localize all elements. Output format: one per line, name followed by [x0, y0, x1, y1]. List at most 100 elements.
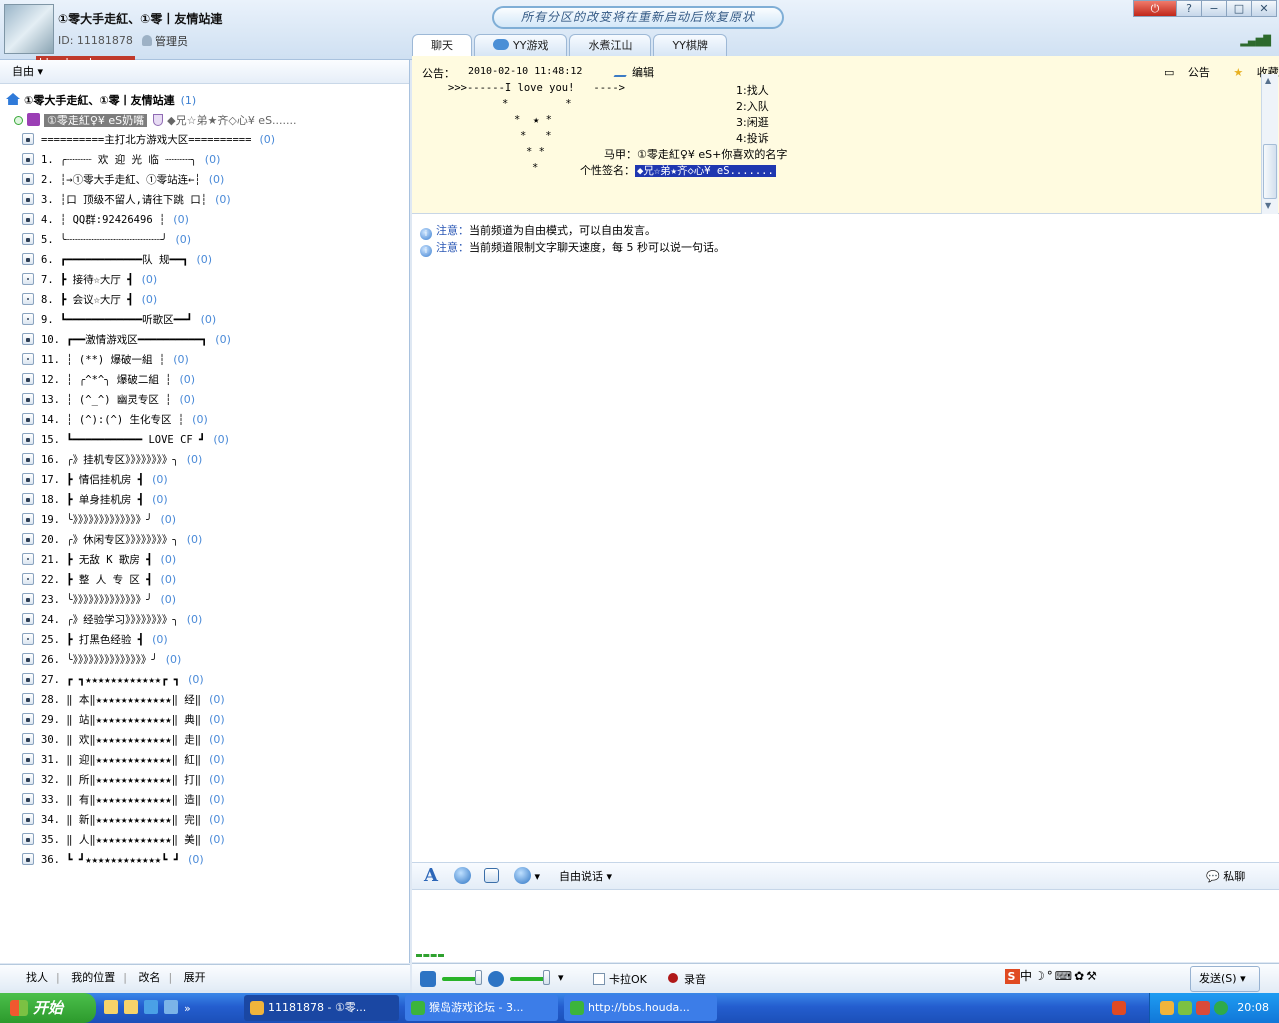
tab-shuizhu[interactable]: 水煮江山 — [569, 34, 652, 56]
room-row[interactable]: 28. ‖ 本‖★★★★★★★★★★★★‖ 经‖ (0) — [22, 690, 225, 710]
power-button[interactable]: ⏻ — [1133, 0, 1177, 17]
room-row[interactable]: 13. ┆ (^_^) 幽灵专区 ┆ (0) — [22, 390, 195, 410]
room-row[interactable]: 8. ┣ 会议☆大厅 ┫ (0) — [22, 290, 157, 310]
my-position-button[interactable]: 我的位置 — [71, 971, 115, 984]
mic-volume-slider[interactable] — [510, 977, 546, 981]
room-row[interactable]: 9. ┗━━━━━━━━━━━━听歌区━━┛ (0) — [22, 310, 216, 330]
room-row[interactable]: 27. ┏ ┓★★★★★★★★★★★★┏ ┓ (0) — [22, 670, 204, 690]
room-row[interactable]: 33. ‖ 有‖★★★★★★★★★★★★‖ 造‖ (0) — [22, 790, 225, 810]
room-row[interactable]: 21. ┣ 无敌 K 歌房 ┫ (0) — [22, 550, 176, 570]
rename-button[interactable]: 改名 — [138, 971, 160, 984]
taskbar-item-browser[interactable]: http://bbs.houda... — [564, 995, 717, 1021]
room-row[interactable]: 5. ╰┈┈┈┈┈┈┈┈┈┈┈┈┈┈┈╯ (0) — [22, 230, 191, 250]
room-row[interactable]: 12. ┆ ╭^*^╮ 爆破二組 ┆ (0) — [22, 370, 195, 390]
room-row[interactable]: 19. ╰》》》》》》》》》》》》》╯ (0) — [22, 510, 176, 530]
network-tray-icon[interactable] — [1178, 1001, 1192, 1015]
ie-icon[interactable] — [144, 1000, 158, 1014]
notice-scrollbar[interactable]: ▲ ▼ — [1261, 74, 1278, 214]
room-row[interactable]: 6. ┏━━━━━━━━━━━━队 规━━┓ (0) — [22, 250, 212, 270]
security-tray-icon[interactable] — [1214, 1001, 1228, 1015]
edit-notice-button[interactable]: 编辑 — [613, 64, 654, 80]
room-row[interactable]: 30. ‖ 欢‖★★★★★★★★★★★★‖ 走‖ (0) — [22, 730, 225, 750]
taskbar-item-yy[interactable]: 11181878 - ①零... — [244, 995, 399, 1021]
message-input[interactable] — [412, 890, 1279, 962]
room-count: (0) — [209, 713, 225, 726]
room-row[interactable]: 20. ╭》休闲专区》》》》》》》》╮ (0) — [22, 530, 202, 550]
help-button[interactable]: ? — [1176, 0, 1202, 17]
maximize-button[interactable]: □ — [1226, 0, 1252, 17]
room-row[interactable]: 26. ╰》》》》》》》》》》》》》》╯ (0) — [22, 650, 181, 670]
room-count: (0) — [209, 813, 225, 826]
ime-toolbar[interactable]: S 中☽°⌨✿⚒ — [1005, 967, 1099, 984]
antivirus-tray-icon[interactable] — [1196, 1001, 1210, 1015]
room-row[interactable]: 4. ┆ QQ群:92426496 ┆ (0) — [22, 210, 189, 230]
private-chat-button[interactable]: 💬 私聊 — [1206, 867, 1245, 887]
room-row[interactable]: 23. ╰》》》》》》》》》》》》》╯ (0) — [22, 590, 176, 610]
sogou-tray-icon[interactable] — [1112, 1001, 1126, 1015]
room-row[interactable]: 18. ┣ 单身挂机房 ┫ (0) — [22, 490, 168, 510]
scroll-down-icon[interactable]: ▼ — [1265, 201, 1271, 210]
channel-root[interactable]: ①零大手走紅、①零丨友情站連 (1) — [6, 92, 196, 110]
browser-icon[interactable] — [164, 1000, 178, 1014]
user-row[interactable]: ①零走紅♀¥ eS奶嘴 ◆兄☆弟★齐◇心¥ eS....... — [14, 112, 297, 130]
voice-bar: ▾ 卡拉OK 录音 S 中☽°⌨✿⚒ 发送(S) ▾ — [412, 963, 1279, 993]
admin-badge-icon — [153, 114, 164, 126]
room-row[interactable]: 31. ‖ 迎‖★★★★★★★★★★★★‖ 紅‖ (0) — [22, 750, 225, 770]
room-row[interactable]: 11. ┆ (**) 爆破一組 ┆ (0) — [22, 350, 189, 370]
font-icon[interactable]: A — [424, 866, 438, 886]
room-row[interactable]: 34. ‖ 新‖★★★★★★★★★★★★‖ 完‖ (0) — [22, 810, 225, 830]
tab-chat[interactable]: 聊天 — [412, 34, 472, 58]
room-row[interactable]: 14. ┆ (^):(^) 生化专区 ┆ (0) — [22, 410, 208, 430]
effects-icon[interactable]: ▾ — [514, 867, 540, 887]
room-row[interactable]: 16. ╭》挂机专区》》》》》》》》╮ (0) — [22, 450, 202, 470]
room-row[interactable]: 10. ┏━━激情游戏区━━━━━━━━━━┓ (0) — [22, 330, 231, 350]
yy-tray-icon[interactable] — [1160, 1001, 1174, 1015]
microphone-icon[interactable] — [488, 971, 504, 987]
speaker-icon[interactable] — [420, 971, 436, 987]
tab-yy-chess[interactable]: YY棋牌 — [653, 34, 727, 56]
lock-icon — [22, 493, 34, 505]
karaoke-checkbox[interactable] — [593, 973, 605, 985]
room-row[interactable]: ==========主打北方游戏大区========== (0) — [22, 130, 275, 150]
expand-button[interactable]: 展开 — [184, 971, 206, 984]
mode-dropdown[interactable]: 自由 ▾ — [0, 60, 409, 84]
record-icon[interactable] — [668, 973, 678, 983]
scroll-up-icon[interactable]: ▲ — [1265, 76, 1271, 85]
room-row[interactable]: 32. ‖ 所‖★★★★★★★★★★★★‖ 打‖ (0) — [22, 770, 225, 790]
room-row[interactable]: 1. ╭┈┈┈┈ 欢 迎 光 临 ┈┈┈┈╮ (0) — [22, 150, 220, 170]
screenshot-icon[interactable] — [484, 867, 499, 887]
speaker-volume-slider[interactable] — [442, 977, 478, 981]
folder-icon[interactable] — [124, 1000, 138, 1014]
room-row[interactable]: 24. ╭》经验学习》》》》》》》》╮ (0) — [22, 610, 202, 630]
scroll-thumb[interactable] — [1263, 144, 1277, 199]
room-row[interactable]: 22. ┣ 整 人 专 区 ┫ (0) — [22, 570, 176, 590]
announce-button[interactable]: ▭ 公告 — [1164, 66, 1220, 79]
user-icon — [142, 35, 152, 46]
room-row[interactable]: 29. ‖ 站‖★★★★★★★★★★★★‖ 典‖ (0) — [22, 710, 225, 730]
room-row[interactable]: 17. ┣ 情侣挂机房 ┫ (0) — [22, 470, 168, 490]
room-row[interactable]: 2. ┆→①零大手走紅、①零站连←┆ (0) — [22, 170, 224, 190]
room-row[interactable]: 25. ┣ 打黑色经验 ┫ (0) — [22, 630, 168, 650]
start-button[interactable]: 开始 — [0, 993, 96, 1023]
minimize-button[interactable]: − — [1201, 0, 1227, 17]
folder-icon[interactable] — [104, 1000, 118, 1014]
room-count: (0) — [141, 273, 158, 286]
emoticon-icon[interactable] — [454, 867, 471, 887]
chevron-down-icon[interactable]: ▾ — [558, 971, 564, 984]
room-row[interactable]: 35. ‖ 人‖★★★★★★★★★★★★‖ 美‖ (0) — [22, 830, 225, 850]
record-label[interactable]: 录音 — [684, 971, 706, 987]
speak-mode-dropdown[interactable]: 自由说话 ▾ — [559, 867, 612, 887]
tab-yy-games[interactable]: YY游戏 — [474, 34, 568, 56]
close-button[interactable]: ✕ — [1251, 0, 1277, 17]
room-row[interactable]: 3. ┆口 顶级不留人,请往下跳 口┆ (0) — [22, 190, 231, 210]
room-row[interactable]: 7. ┣ 接待☆大厅 ┫ (0) — [22, 270, 157, 290]
mic-volume-knob[interactable] — [543, 970, 550, 985]
lock-icon — [22, 533, 34, 545]
send-button[interactable]: 发送(S) ▾ — [1190, 966, 1260, 992]
speaker-volume-knob[interactable] — [475, 970, 482, 985]
room-row[interactable]: 36. ┗ ┛★★★★★★★★★★★★┗ ┛ (0) — [22, 850, 204, 870]
lock-icon — [22, 753, 34, 765]
taskbar-item-forum[interactable]: 猴岛游戏论坛 - 3... — [405, 995, 558, 1021]
find-user-button[interactable]: 找人 — [26, 971, 48, 984]
room-row[interactable]: 15. ┗━━━━━━━━━━━ LOVE CF ┛ (0) — [22, 430, 229, 450]
